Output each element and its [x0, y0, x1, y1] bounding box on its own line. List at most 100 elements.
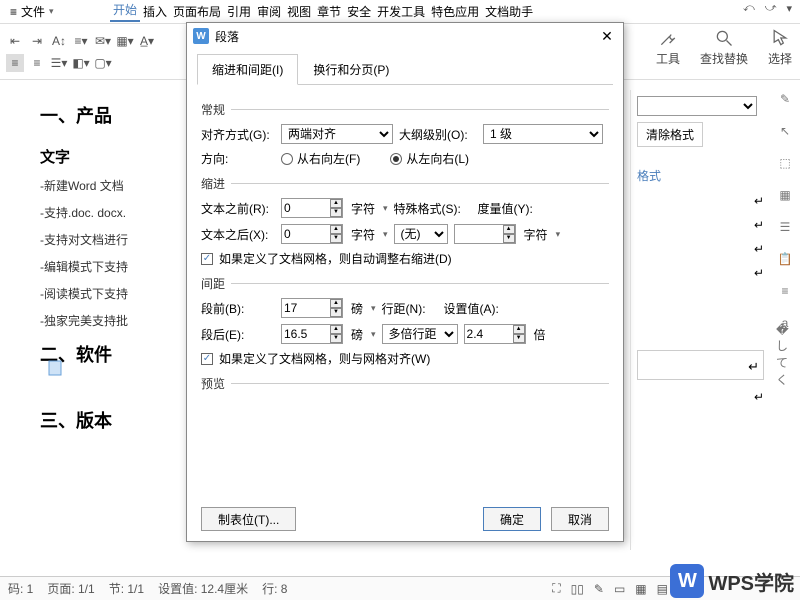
table-icon[interactable]: ▦▾ [116, 32, 134, 50]
ribbon-tabs: 开始 插入 页面布局 引用 审阅 视图 章节 安全 开发工具 特色应用 文档助手 [0, 4, 536, 22]
book-icon[interactable]: ▯▯ [571, 582, 584, 596]
select-icon[interactable]: ⬚ [776, 154, 794, 172]
spinner[interactable]: ▲▼ [503, 225, 515, 243]
label-after-text: 文本之后(X): [201, 226, 275, 243]
tools-button[interactable]: 工具 [656, 28, 680, 67]
return-icon: ↵ [637, 218, 764, 232]
unit-char: 字符 [351, 200, 375, 217]
radio-rtl[interactable]: 从右向左(F) [281, 150, 360, 167]
layers-icon[interactable]: ☰ [776, 218, 794, 236]
clipboard-icon[interactable]: 📋 [776, 250, 794, 268]
page-thumb-icon [48, 360, 62, 379]
select-button[interactable]: 选择 [768, 28, 792, 67]
label-special: 特殊格式(S): [394, 200, 472, 217]
special-select[interactable]: (无) [394, 224, 448, 244]
line-spacing-select[interactable]: 多倍行距 [382, 324, 458, 344]
checkbox-grid-align[interactable]: ✓如果定义了文档网格，则与网格对齐(W) [201, 350, 609, 367]
line-spacing-icon[interactable]: ≡▾ [72, 32, 90, 50]
status-section[interactable]: 节: 1/1 [109, 580, 144, 597]
spinner[interactable]: ▲▼ [330, 199, 342, 217]
label-outline: 大纲级别(O): [399, 126, 477, 143]
fill-icon[interactable]: ◧▾ [72, 54, 90, 72]
indent-right-icon[interactable]: ⇥ [28, 32, 46, 50]
chart-icon[interactable]: ≡ [776, 282, 794, 300]
format-link[interactable]: 格式 [637, 167, 764, 184]
web-view-icon[interactable]: ▤ [657, 582, 668, 596]
tab-view[interactable]: 视图 [284, 1, 314, 22]
return-icon: ↵ [637, 390, 764, 404]
checkbox-grid-indent[interactable]: ✓如果定义了文档网格，则自动调整右缩进(D) [201, 250, 609, 267]
text-icon[interactable]: A̲▾ [138, 32, 156, 50]
spinner[interactable]: ▲▼ [330, 325, 342, 343]
dialog-title: 段落 [215, 28, 239, 45]
spinner[interactable]: ▲▼ [513, 325, 525, 343]
tab-indent-spacing[interactable]: 缩进和间距(I) [197, 54, 298, 85]
close-button[interactable]: ✕ [597, 26, 617, 46]
border-icon[interactable]: ▢▾ [94, 54, 112, 72]
tab-layout[interactable]: 页面布局 [170, 1, 224, 22]
tab-line-page-break[interactable]: 换行和分页(P) [298, 54, 404, 85]
page-icon[interactable]: ▭ [614, 582, 625, 596]
label-set-value: 设置值(A): [444, 300, 504, 317]
tab-special[interactable]: 特色应用 [428, 1, 482, 22]
indent-left-icon[interactable]: ⇤ [6, 32, 24, 50]
outline-select[interactable]: 1 级 [483, 124, 603, 144]
label-direction: 方向: [201, 150, 275, 167]
cursor-icon[interactable]: ↖ [776, 122, 794, 140]
edit-icon[interactable]: ✎ [594, 582, 604, 596]
unit-pt: 磅 [351, 300, 363, 317]
tab-helper[interactable]: 文档助手 [482, 1, 536, 22]
tab-review[interactable]: 审阅 [254, 1, 284, 22]
align-center-icon[interactable]: ≡ [28, 54, 46, 72]
label-after-para: 段后(E): [201, 326, 275, 343]
grid-icon[interactable]: ▦ [776, 186, 794, 204]
return-icon: ↵ [637, 242, 764, 256]
grid-view-icon[interactable]: ▦ [635, 582, 646, 596]
tab-dev[interactable]: 开发工具 [374, 1, 428, 22]
spinner[interactable]: ▲▼ [330, 299, 342, 317]
label-measure: 度量值(Y): [478, 200, 538, 217]
section-preview: 预览 [201, 375, 225, 392]
status-setvalue: 设置值: 12.4厘米 [158, 580, 248, 597]
tab-insert[interactable]: 插入 [140, 1, 170, 22]
tab-security[interactable]: 安全 [344, 1, 374, 22]
radio-ltr[interactable]: 从左向右(L) [390, 150, 469, 167]
redo-icon[interactable]: ⤻ [765, 2, 777, 15]
label-align: 对齐方式(G): [201, 126, 275, 143]
return-icon: ↵ [637, 194, 764, 208]
style-preview-box: ↵ [637, 350, 764, 380]
unit-mult: 倍 [534, 326, 546, 343]
align-select[interactable]: 两端对齐 [281, 124, 393, 144]
tab-section[interactable]: 章节 [314, 1, 344, 22]
unit-pt: 磅 [351, 326, 363, 343]
tabs-button[interactable]: 制表位(T)... [201, 507, 296, 531]
font-size-icon[interactable]: A↕ [50, 32, 68, 50]
tab-reference[interactable]: 引用 [224, 1, 254, 22]
align-left-icon[interactable]: ≡ [6, 54, 24, 72]
chevron-down-icon[interactable]: ▾ [786, 2, 792, 15]
status-page[interactable]: 页面: 1/1 [47, 580, 94, 597]
return-icon: ↵ [637, 266, 764, 280]
wps-logo: W WPS学院 [670, 564, 794, 598]
styles-panel: 清除格式 格式 ↵ ↵ ↵ ↵ ↵ ↵ [630, 90, 770, 550]
list-icon[interactable]: ☰▾ [50, 54, 68, 72]
style-select[interactable] [637, 96, 757, 116]
app-icon: W [193, 28, 209, 44]
find-replace-button[interactable]: 查找替换 [700, 28, 748, 67]
ok-button[interactable]: 确定 [483, 507, 541, 531]
pencil-icon[interactable]: ✎ [776, 90, 794, 108]
undo-icon[interactable]: ⤺ [743, 2, 755, 15]
tab-start[interactable]: 开始 [110, 0, 140, 22]
label-before-para: 段前(B): [201, 300, 275, 317]
clear-format-button[interactable]: 清除格式 [637, 122, 703, 147]
spinner[interactable]: ▲▼ [330, 225, 342, 243]
unit-char: 字符 [524, 226, 548, 243]
circle-icon[interactable]: �してく [776, 346, 794, 364]
status-row: 行: 8 [262, 580, 287, 597]
status-pagenum[interactable]: 码: 1 [8, 580, 33, 597]
envelope-icon[interactable]: ✉▾ [94, 32, 112, 50]
label-line-spacing: 行距(N): [382, 300, 438, 317]
cancel-button[interactable]: 取消 [551, 507, 609, 531]
label-before-text: 文本之前(R): [201, 200, 275, 217]
fullscreen-icon[interactable]: ⛶ [552, 581, 560, 596]
